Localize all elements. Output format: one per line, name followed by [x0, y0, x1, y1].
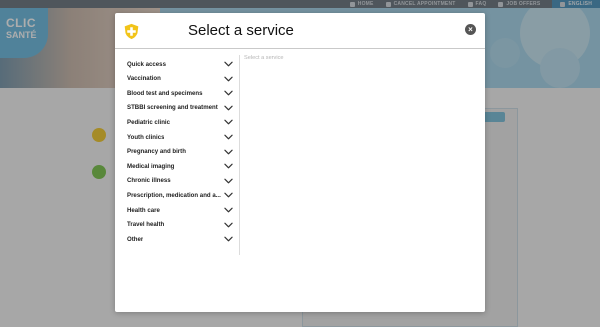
service-item-label: Vaccination [127, 75, 161, 83]
service-item-label: Quick access [127, 60, 166, 68]
service-item[interactable]: Youth clinics [127, 130, 233, 144]
service-item[interactable]: Pediatric clinic [127, 115, 233, 129]
chevron-down-icon [224, 105, 233, 111]
chevron-down-icon [224, 120, 233, 125]
service-item[interactable]: Pregnancy and birth [127, 145, 233, 159]
service-item-label: Chronic illness [127, 177, 171, 185]
service-item[interactable]: Blood test and specimens [127, 86, 233, 100]
modal-header: Select a service × [115, 13, 485, 49]
service-item[interactable]: Other [127, 232, 233, 246]
service-category-list: Quick access Vaccination Blood test and sp… [115, 55, 240, 255]
chevron-down-icon [224, 222, 233, 227]
service-item-label: Health care [127, 206, 160, 214]
close-button[interactable]: × [465, 24, 476, 35]
service-item-label: Medical imaging [127, 162, 175, 170]
detail-placeholder: Select a service [244, 55, 284, 61]
chevron-down-icon [224, 134, 233, 140]
chevron-down-icon [224, 76, 233, 81]
chevron-down-icon [224, 90, 233, 96]
service-item-label: Travel health [127, 221, 165, 229]
service-select-modal: Select a service × Quick access Vaccinati… [115, 13, 485, 312]
service-item[interactable]: Travel health [127, 218, 233, 232]
chevron-down-icon [224, 207, 233, 213]
service-item[interactable]: Quick access [127, 57, 233, 71]
service-item-label: Youth clinics [127, 133, 165, 141]
chevron-down-icon [224, 149, 233, 154]
service-item-label: Pregnancy and birth [127, 148, 186, 156]
chevron-down-icon [224, 236, 233, 242]
service-item-label: Pediatric clinic [127, 118, 171, 126]
service-item-label: Prescription, medication and a... [127, 191, 221, 199]
plus-shield-icon [124, 23, 139, 40]
service-item-label: Other [127, 235, 144, 243]
service-item-label: Blood test and specimens [127, 89, 203, 97]
chevron-down-icon [224, 61, 233, 67]
service-item[interactable]: Prescription, medication and a... [127, 188, 233, 202]
service-item[interactable]: Medical imaging [127, 159, 233, 173]
modal-title: Select a service [188, 22, 294, 39]
service-detail-pane: Select a service [244, 55, 479, 255]
chevron-down-icon [224, 178, 233, 184]
chevron-down-icon [224, 193, 233, 198]
service-item[interactable]: Chronic illness [127, 174, 233, 188]
service-item[interactable]: Health care [127, 203, 233, 217]
service-item[interactable]: STBBI screening and treatment [127, 101, 233, 115]
service-item[interactable]: Vaccination [127, 72, 233, 86]
service-item-label: STBBI screening and treatment [127, 104, 218, 112]
chevron-down-icon [224, 163, 233, 169]
